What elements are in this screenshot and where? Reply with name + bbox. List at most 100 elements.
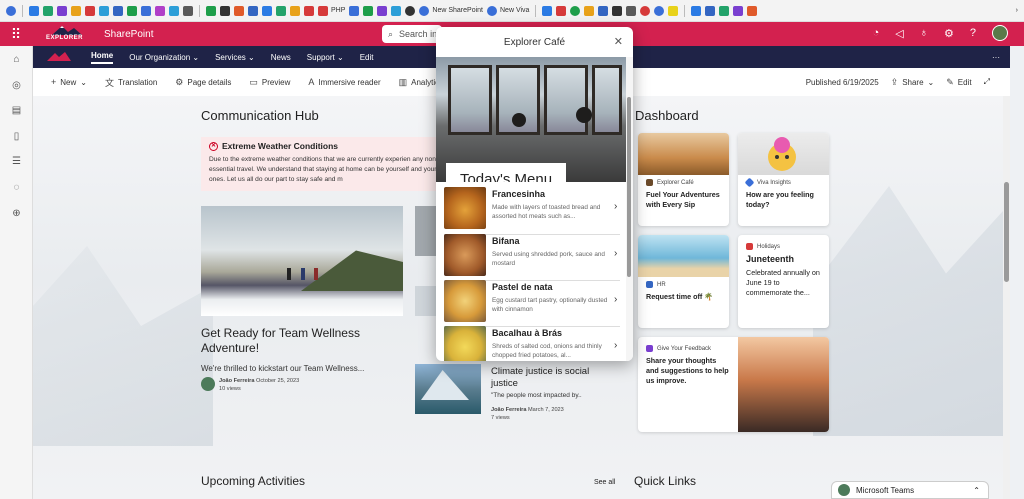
site-logo[interactable] — [43, 49, 75, 65]
page-details-button[interactable]: ⚙ Page details — [175, 77, 231, 88]
new-button[interactable]: + New ⌄ — [51, 77, 87, 87]
bookmark-icon[interactable] — [654, 5, 665, 16]
home-icon[interactable]: ⌂ — [11, 54, 22, 65]
copilot-icon[interactable]: ◌ — [11, 182, 22, 193]
help-icon[interactable]: ? — [970, 27, 976, 39]
megaphone-icon[interactable]: ◁ — [895, 27, 903, 40]
bookmark-icon[interactable] — [127, 5, 137, 16]
dashboard-card-feedback[interactable]: Give Your Feedback Share your thoughts a… — [638, 337, 829, 432]
share-button[interactable]: ⇪ Share ⌄ — [891, 77, 935, 88]
microsoft-teams-chat[interactable]: Microsoft Teams ⌃ — [831, 481, 989, 499]
popup-scrollbar[interactable] — [626, 57, 633, 361]
hero-news-image[interactable] — [201, 206, 403, 316]
news-thumbnail[interactable] — [415, 206, 437, 256]
app-name[interactable]: SharePoint — [104, 29, 153, 40]
bookmark-icon[interactable] — [262, 5, 272, 16]
bookmark-icon[interactable] — [43, 5, 53, 16]
bookmark-icon[interactable] — [626, 5, 637, 16]
nav-support[interactable]: Support ⌄ — [307, 53, 344, 62]
edit-button[interactable]: ✎ Edit — [946, 77, 971, 88]
more-options-button[interactable]: ··· — [992, 53, 1000, 62]
chevron-right-icon[interactable]: › — [1016, 7, 1018, 14]
climate-news-title[interactable]: Climate justice is social justice — [491, 366, 609, 390]
globe-icon[interactable]: ◎ — [11, 80, 22, 91]
chevron-up-icon[interactable]: ⌃ — [973, 486, 980, 495]
nav-home[interactable]: Home — [91, 51, 114, 64]
climate-news-image[interactable] — [415, 364, 481, 414]
close-icon[interactable]: ✕ — [614, 35, 623, 48]
globe-icon[interactable] — [6, 5, 16, 16]
bookmark-icon[interactable] — [691, 5, 702, 16]
immersive-reader-button[interactable]: A Immersive reader — [308, 77, 380, 87]
menu-item-bacalhau-a-bras[interactable]: Bacalhau à Brás Shreds of salted cod, on… — [444, 326, 620, 361]
page-scrollbar[interactable] — [1003, 96, 1010, 499]
bookmark-icon[interactable] — [640, 5, 651, 16]
nav-services[interactable]: Services ⌄ — [215, 53, 255, 62]
weather-alert[interactable]: ✕ Extreme Weather Conditions Due to the e… — [201, 137, 463, 191]
bookmark-icon[interactable] — [206, 5, 216, 16]
bookmark-icon[interactable] — [113, 5, 123, 16]
news-icon[interactable]: ▤ — [11, 105, 22, 116]
menu-item-pastel-de-nata[interactable]: Pastel de nata Egg custard tart pastry, … — [444, 280, 620, 326]
bookmark-icon[interactable] — [304, 5, 314, 16]
share-people-icon[interactable]: ♁ — [920, 27, 928, 39]
bookmark-icon[interactable] — [183, 5, 193, 16]
bookmark-icon[interactable] — [719, 5, 730, 16]
explorer-logo[interactable]: EXPLORER — [44, 24, 88, 44]
bookmark-icon[interactable] — [248, 5, 258, 16]
nav-news[interactable]: News — [271, 53, 291, 62]
bookmark-icon[interactable] — [141, 5, 151, 16]
bookmark-icon[interactable] — [349, 5, 360, 16]
bookmark-icon[interactable] — [391, 5, 402, 16]
bookmark-icon[interactable] — [733, 5, 744, 16]
bookmark-icon[interactable] — [598, 5, 609, 16]
document-icon[interactable]: ▯ — [11, 131, 22, 142]
bookmark-icon[interactable] — [668, 5, 679, 16]
bookmark-new-sharepoint[interactable]: New SharePoint — [419, 5, 483, 16]
list-icon[interactable]: ☰ — [11, 156, 22, 167]
news-thumbnail[interactable] — [415, 286, 437, 316]
bookmark-icon[interactable] — [747, 5, 758, 16]
bookmark-icon[interactable] — [71, 5, 81, 16]
search-input[interactable]: Search in — [399, 29, 437, 39]
hero-news-title[interactable]: Get Ready for Team Wellness Adventure! — [201, 326, 401, 356]
bookmark-icon[interactable] — [570, 5, 581, 16]
nav-our-organization[interactable]: Our Organization ⌄ — [129, 53, 199, 62]
bookmark-icon[interactable] — [377, 5, 388, 16]
chat-icon[interactable]: ◔ — [873, 27, 880, 39]
menu-item-bifana[interactable]: Bifana Served using shredded pork, sauce… — [444, 234, 620, 280]
bookmark-icon[interactable] — [556, 5, 567, 16]
bookmark-icon[interactable] — [363, 5, 374, 16]
bookmark-icon[interactable] — [234, 5, 244, 16]
bookmark-icon[interactable] — [584, 5, 595, 16]
dashboard-card-hr[interactable]: HR Request time off 🌴 — [638, 235, 729, 328]
bookmark-icon[interactable] — [57, 5, 67, 16]
bookmark-icon[interactable] — [290, 5, 300, 16]
app-launcher-icon[interactable]: ⠿ — [0, 26, 32, 43]
bookmark-icon[interactable] — [169, 5, 179, 16]
bookmark-icon[interactable] — [705, 5, 716, 16]
translation-button[interactable]: 文 Translation — [105, 76, 157, 89]
see-all-link[interactable]: See all — [594, 479, 615, 486]
bookmark-icon[interactable] — [155, 5, 165, 16]
bookmark-icon[interactable] — [542, 5, 553, 16]
bookmark-new-viva[interactable]: New Viva — [487, 5, 529, 16]
nav-edit[interactable]: Edit — [360, 53, 374, 62]
search-box[interactable]: ⌕ Search in — [382, 25, 442, 43]
bookmark-php[interactable]: PHP — [318, 5, 345, 16]
bookmark-icon[interactable] — [612, 5, 623, 16]
avatar[interactable] — [992, 25, 1008, 41]
bookmark-icon[interactable] — [85, 5, 95, 16]
menu-item-francesinha[interactable]: Francesinha Made with layers of toasted … — [444, 187, 620, 233]
settings-gear-icon[interactable]: ⚙ — [944, 27, 954, 40]
bookmark-icon[interactable] — [220, 5, 230, 16]
bookmark-icon[interactable] — [276, 5, 286, 16]
preview-button[interactable]: ▭ Preview — [249, 77, 290, 88]
bookmark-icon[interactable] — [29, 5, 39, 16]
dashboard-card-holidays[interactable]: Holidays Juneteenth Celebrated annually … — [738, 235, 829, 328]
dashboard-card-viva-insights[interactable]: Viva Insights How are you feeling today? — [738, 133, 829, 226]
bookmark-icon[interactable] — [405, 5, 416, 16]
dashboard-card-explorer-cafe[interactable]: Explorer Café Fuel Your Adventures with … — [638, 133, 729, 226]
bookmark-icon[interactable] — [99, 5, 109, 16]
expand-icon[interactable]: ⤢ — [984, 77, 990, 87]
